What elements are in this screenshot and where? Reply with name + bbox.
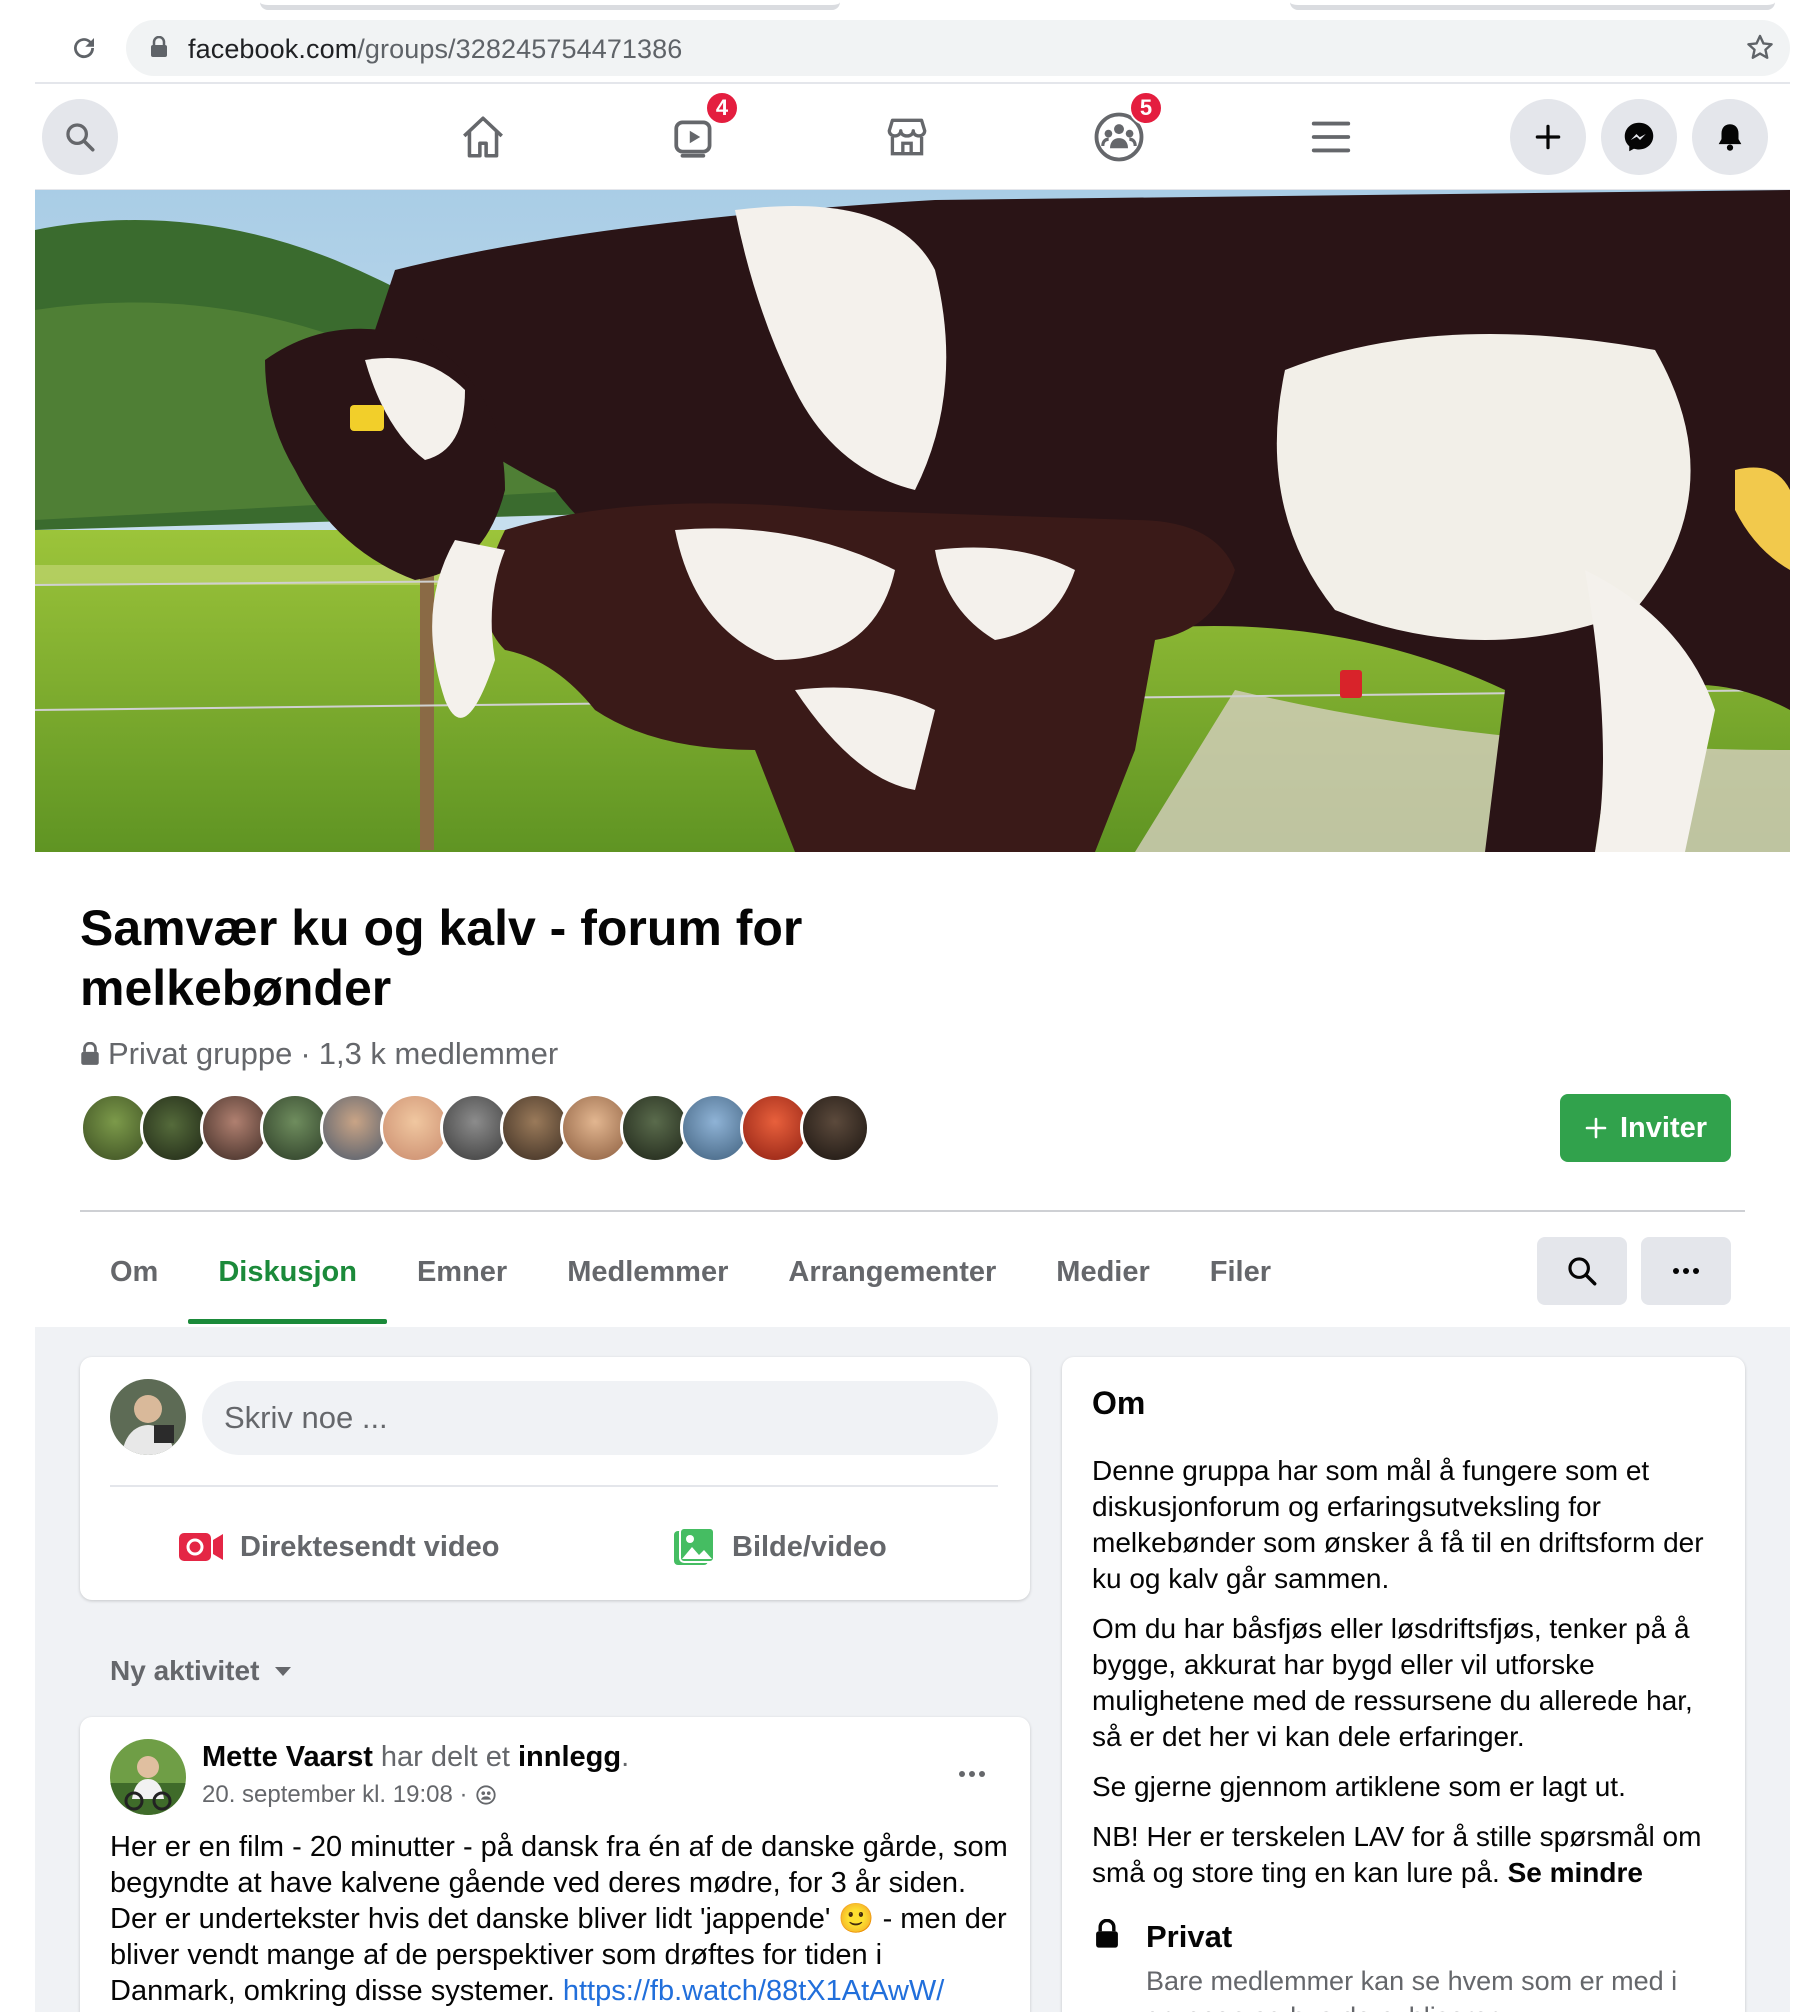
group-more-button[interactable] [1641,1237,1731,1305]
plus-icon [1535,124,1561,150]
photo-icon [674,1527,715,1565]
see-less-link[interactable]: Se mindre [1508,1857,1643,1888]
post-link[interactable]: https://fb.watch/88tX1AtAwW/ [563,1975,944,2007]
group-meta: Privat gruppe · 1,3 k medlemmer [80,1036,558,1072]
reload-icon [74,38,95,59]
url-path: /groups/328245754471386 [357,34,683,64]
about-card: Om Denne gruppa har som mål å fungere so… [1062,1357,1745,2012]
post-timestamp[interactable]: 20. september kl. 19:08 · [202,1781,467,1809]
about-paragraph-last: NB! Her er terskelen LAV for å stille sp… [1092,1819,1722,1891]
photo-video-label: Bilde/video [732,1530,887,1563]
search-button[interactable] [42,99,118,175]
tab-medlemmer[interactable]: Medlemmer [537,1222,758,1322]
browser-tab-strip [1290,0,1775,10]
more-dots-icon [959,1771,985,1777]
post-action-suffix: . [621,1741,630,1773]
reload-button[interactable] [62,26,106,70]
lock-icon [1096,1919,1118,1948]
post-composer: Skriv noe ... Direktesendt video Bilde/v… [80,1357,1030,1600]
invite-button[interactable]: Inviter [1560,1094,1731,1162]
live-video-icon [179,1533,223,1561]
tab-emner[interactable]: Emner [387,1222,537,1322]
notifications-button[interactable] [1692,99,1768,175]
privacy-description: Bare medlemmer kan se hvem som er med i … [1146,1966,1678,2012]
header-divider [80,1210,1745,1212]
post-body: Her er en film - 20 minutter - på dansk … [110,1829,1010,2009]
post-author-avatar[interactable] [110,1739,186,1815]
url-text: facebook.com/groups/328245754471386 [188,34,682,65]
browser-toolbar: facebook.com/groups/328245754471386 [0,0,1805,82]
post-timestamp-row: 20. september kl. 19:08 · [202,1781,497,1809]
about-paragraph: Denne gruppa har som mål å fungere som e… [1092,1455,1704,1594]
nav-menu[interactable] [1301,107,1361,167]
group-search-button[interactable] [1537,1237,1627,1305]
bell-icon [1718,124,1742,151]
tab-om[interactable]: Om [80,1222,188,1322]
live-video-button[interactable]: Direktesendt video [178,1517,499,1577]
search-icon [1568,1257,1597,1286]
member-count[interactable]: 1,3 k medlemmer [319,1036,558,1072]
tab-filer[interactable]: Filer [1180,1222,1301,1322]
search-icon [66,123,95,152]
post-author-name[interactable]: Mette Vaarst [202,1741,373,1773]
tab-medier[interactable]: Medier [1026,1222,1179,1322]
current-user-avatar[interactable] [110,1379,186,1455]
nav-marketplace[interactable] [877,107,937,167]
group-cover-photo[interactable] [35,190,1790,852]
marketplace-icon [887,118,927,156]
about-description: Denne gruppa har som mål å fungere som e… [1092,1453,1722,1905]
tab-arrangementer[interactable]: Arrangementer [758,1222,1026,1322]
plus-icon [1585,1117,1607,1139]
member-avatar[interactable] [800,1093,870,1163]
groups-badge: 5 [1129,91,1163,125]
create-button[interactable] [1510,99,1586,175]
member-avatar-stack[interactable] [80,1093,870,1163]
about-title: Om [1092,1385,1146,1421]
author-photo [110,1739,186,1815]
cow-and-calf-photo [35,190,1790,852]
meta-separator: · [300,1036,311,1071]
invite-label: Inviter [1619,1111,1708,1144]
post-header: Mette Vaarst har delt et innlegg. [202,1741,629,1774]
hamburger-menu-icon [1311,121,1351,153]
nav-groups[interactable]: 5 [1089,91,1163,167]
group-audience-icon [476,1785,497,1805]
browser-tab-strip [260,0,840,10]
more-dots-icon [1673,1268,1699,1274]
about-paragraph: Se gjerne gjennom artiklene som er lagt … [1092,1771,1626,1802]
about-paragraph: Om du har båsfjøs eller løsdriftsfjøs, t… [1092,1613,1693,1752]
home-icon [463,116,503,158]
messenger-icon [1624,122,1654,152]
composer-divider [110,1485,998,1487]
lock-icon [151,36,167,57]
lock-icon [81,1042,99,1065]
user-photo [110,1379,186,1455]
sort-label: Ny aktivitet [110,1655,260,1686]
feed-sort-dropdown[interactable]: Ny aktivitet [110,1655,293,1687]
nav-watch[interactable]: 4 [665,91,739,167]
watch-badge: 4 [705,91,739,125]
post-action-text: har delt et [372,1741,518,1773]
caret-down-icon [275,1667,292,1676]
photo-video-button[interactable]: Bilde/video [672,1517,887,1577]
group-title: Samvær ku og kalv - forum for melkebønde… [80,900,803,1016]
facebook-top-nav: 4 5 [35,84,1790,190]
url-domain: facebook.com [188,34,358,64]
bookmark-star-icon[interactable] [1744,32,1776,64]
tab-diskusjon[interactable]: Diskusjon [188,1222,387,1324]
address-bar[interactable]: facebook.com/groups/328245754471386 [126,20,1790,76]
group-privacy-label[interactable]: Privat gruppe [108,1036,292,1072]
live-video-label: Direktesendt video [240,1530,500,1563]
post-options-button[interactable] [956,1753,988,1787]
group-tabs: Om Diskusjon Emner Medlemmer Arrangement… [80,1222,1301,1324]
privacy-title: Privat [1146,1919,1233,1954]
nav-home[interactable] [453,107,513,167]
feed-post: Mette Vaarst har delt et innlegg. 20. se… [80,1717,1030,2012]
messenger-button[interactable] [1601,99,1677,175]
post-shared-link[interactable]: innlegg [518,1741,621,1773]
composer-input[interactable]: Skriv noe ... [202,1381,998,1455]
